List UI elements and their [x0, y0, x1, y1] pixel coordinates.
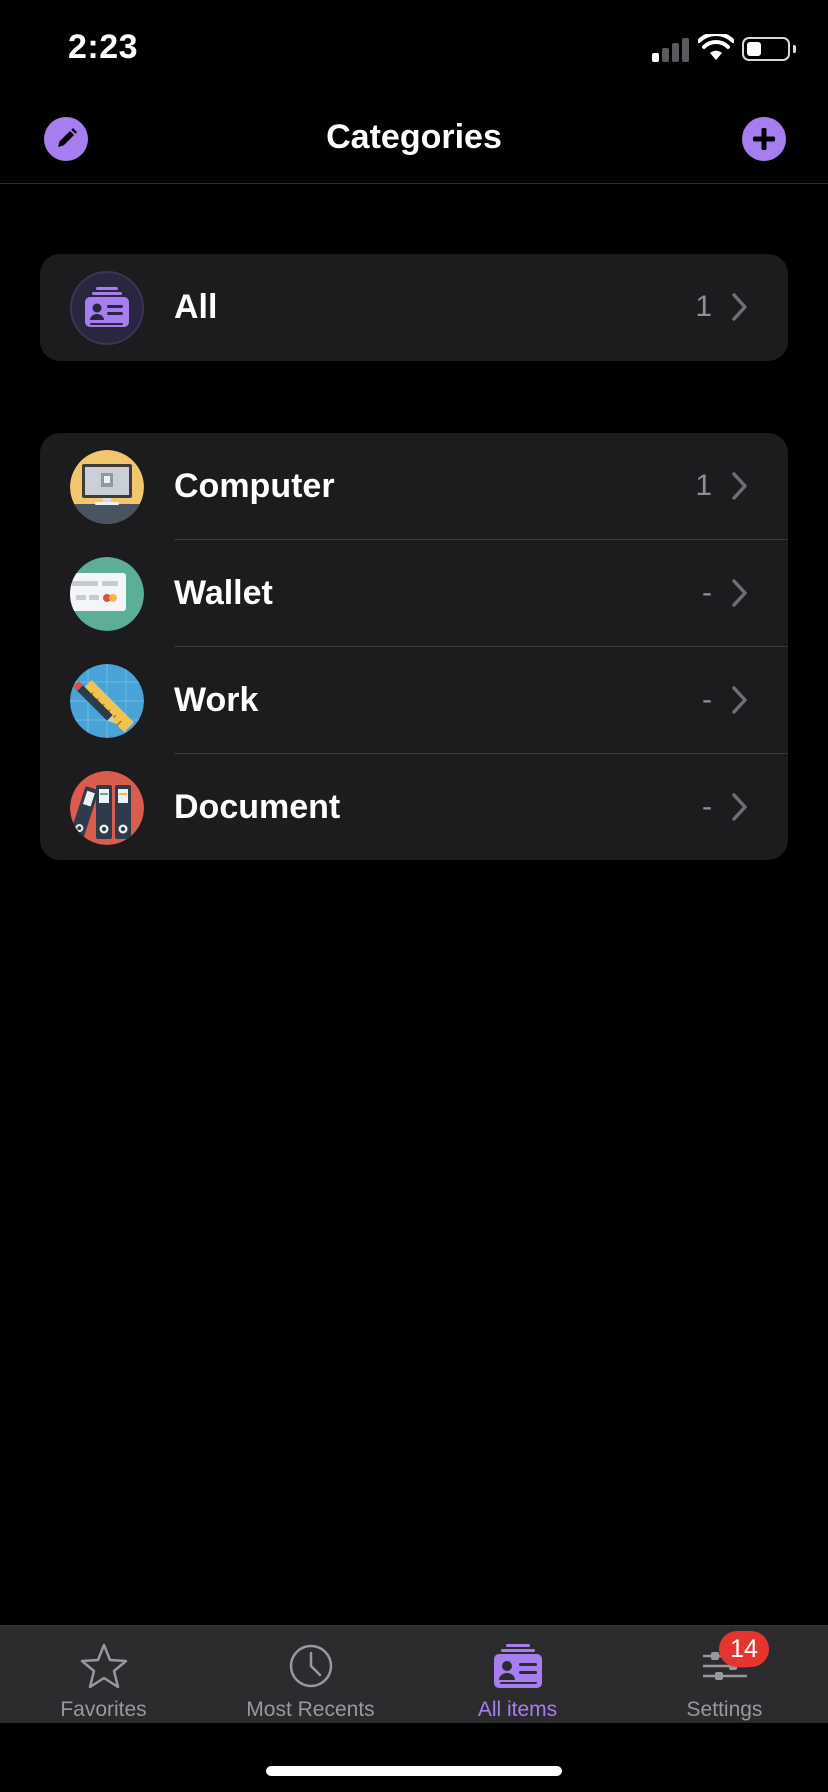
- category-label: Work: [174, 681, 259, 719]
- page-title: Categories: [326, 118, 502, 156]
- category-row-work[interactable]: Work -: [40, 647, 788, 754]
- computer-icon: [70, 450, 144, 524]
- chevron-right-icon: [732, 686, 747, 714]
- category-row-computer[interactable]: Computer 1: [40, 433, 788, 540]
- card-stack-icon: [70, 271, 144, 345]
- category-row-wallet[interactable]: Wallet -: [40, 540, 788, 647]
- wifi-icon: [698, 34, 734, 60]
- wallet-icon: [70, 557, 144, 631]
- add-button[interactable]: [742, 117, 786, 161]
- plus-icon: [753, 128, 775, 150]
- chevron-right-icon: [732, 293, 747, 321]
- status-bar: 2:23: [0, 0, 828, 96]
- tab-bar: Favorites Most Recents All items Setting…: [0, 1625, 828, 1723]
- work-tools-icon: [70, 664, 144, 738]
- all-group: All 1: [40, 254, 788, 361]
- category-label: Document: [174, 788, 341, 826]
- cellular-signal-icon: [652, 36, 692, 62]
- category-label: All: [174, 288, 218, 326]
- tab-label: All items: [477, 1698, 558, 1721]
- chevron-right-icon: [732, 472, 747, 500]
- tab-label: Most Recents: [246, 1698, 375, 1721]
- chevron-right-icon: [732, 579, 747, 607]
- category-label: Computer: [174, 467, 335, 505]
- tab-most-recents[interactable]: Most Recents: [207, 1626, 414, 1724]
- chevron-right-icon: [732, 793, 747, 821]
- settings-badge: 14: [719, 1631, 769, 1667]
- status-time: 2:23: [68, 28, 139, 66]
- categories-group: Computer 1 Wallet - Work - Document -: [40, 433, 788, 860]
- battery-icon: [742, 37, 790, 61]
- star-icon: [80, 1643, 128, 1689]
- battery-nub: [793, 45, 796, 53]
- category-row-document[interactable]: Document -: [40, 754, 788, 860]
- category-label: Wallet: [174, 574, 273, 612]
- nav-bar: Categories: [0, 96, 828, 184]
- screen: 2:23 Categories All 1 Computer 1 Wallet …: [0, 0, 828, 1792]
- category-count: 1: [695, 469, 712, 502]
- tab-label: Settings: [686, 1698, 763, 1721]
- card-stack-icon: [494, 1644, 542, 1688]
- category-count: 1: [695, 290, 712, 323]
- category-count: -: [702, 576, 712, 609]
- clock-icon: [289, 1644, 333, 1688]
- tab-favorites[interactable]: Favorites: [0, 1626, 207, 1724]
- category-count: -: [702, 790, 712, 823]
- category-count: -: [702, 683, 712, 716]
- tab-all-items[interactable]: All items: [414, 1626, 621, 1724]
- home-indicator[interactable]: [266, 1766, 562, 1776]
- document-binders-icon: [70, 771, 144, 845]
- category-row-all[interactable]: All 1: [40, 254, 788, 361]
- tab-label: Favorites: [60, 1698, 147, 1721]
